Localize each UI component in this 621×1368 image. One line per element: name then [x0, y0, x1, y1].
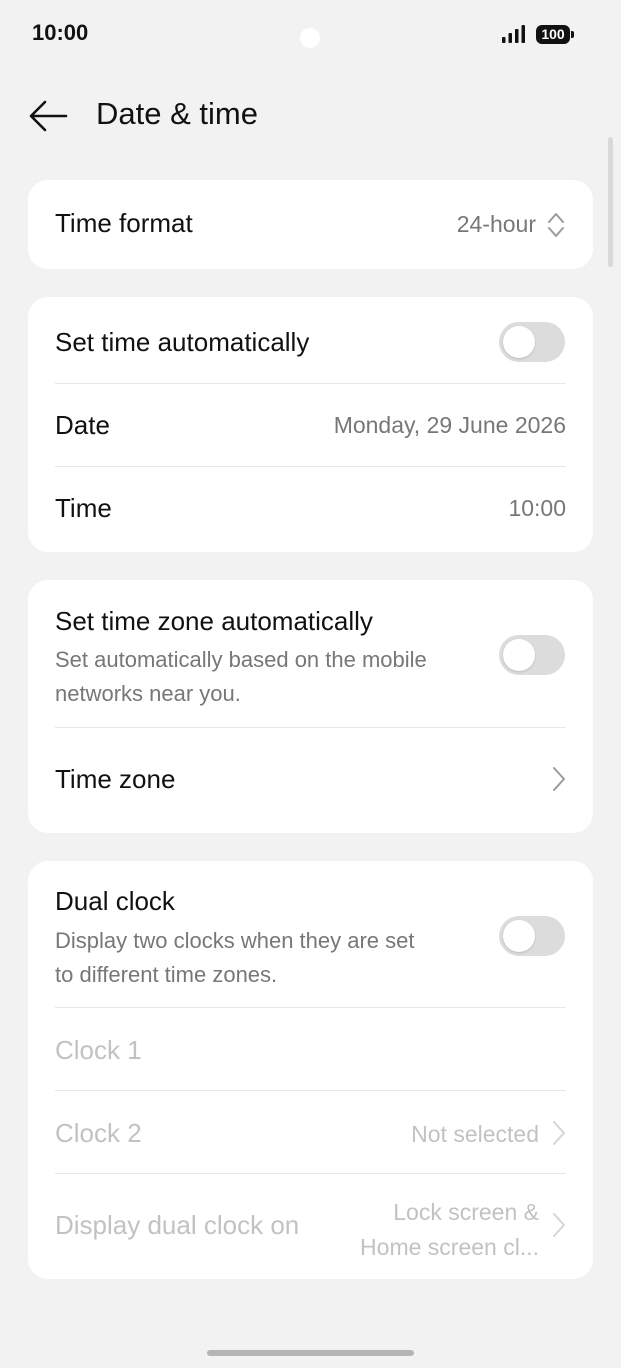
arrow-left-icon[interactable] — [28, 98, 68, 134]
auto-zone-description-line1: Set automatically based on the mobile — [55, 647, 427, 672]
dual-clock-description: Display two clocks when they are set to … — [55, 924, 475, 992]
clock1-row: Clock 1 — [55, 1008, 566, 1090]
auto-zone-row[interactable]: Set time zone automatically Set automati… — [55, 580, 566, 727]
time-format-label: Time format — [55, 208, 193, 238]
date-row[interactable]: Date Monday, 29 June 2026 — [55, 384, 566, 466]
display-dual-clock-label: Display dual clock on — [55, 1210, 300, 1240]
battery-icon: 100 — [536, 25, 574, 44]
chevron-up-down-icon — [548, 213, 564, 237]
clock2-row: Clock 2 Not selected — [55, 1091, 566, 1173]
auto-zone-toggle[interactable] — [499, 635, 565, 675]
chevron-right-icon — [553, 1121, 565, 1145]
chevron-right-icon — [553, 1213, 565, 1237]
dual-clock-description-line2: to different time zones. — [55, 962, 278, 987]
auto-time-toggle[interactable] — [499, 322, 565, 362]
dual-clock-card: Dual clock Display two clocks when they … — [28, 861, 593, 1279]
home-indicator[interactable] — [207, 1350, 414, 1356]
clock2-value: Not selected — [411, 1121, 539, 1147]
time-zone-label: Time zone — [55, 764, 176, 794]
camera-cutout — [300, 28, 320, 48]
date-value: Monday, 29 June 2026 — [333, 412, 566, 438]
display-dual-clock-value: Lock screen & Home screen cl... — [360, 1195, 539, 1265]
time-format-row[interactable]: Time format 24-hour — [55, 180, 566, 269]
dual-clock-toggle[interactable] — [499, 916, 565, 956]
date-label: Date — [55, 410, 110, 440]
display-dual-clock-value-line1: Lock screen & — [393, 1199, 539, 1225]
toggle-knob — [503, 920, 535, 952]
display-dual-clock-value-line2: Home screen cl... — [360, 1234, 539, 1260]
time-zone-row[interactable]: Time zone — [55, 728, 566, 833]
time-zone-card: Set time zone automatically Set automati… — [28, 580, 593, 833]
clock1-label: Clock 1 — [55, 1035, 142, 1065]
time-value: 10:00 — [508, 495, 566, 521]
dual-clock-description-line1: Display two clocks when they are set — [55, 928, 415, 953]
signal-icon — [502, 25, 525, 43]
time-format-card: Time format 24-hour — [28, 180, 593, 269]
toggle-knob — [503, 639, 535, 671]
auto-zone-label: Set time zone automatically — [55, 606, 373, 636]
status-time: 10:00 — [32, 20, 89, 45]
status-bar: 10:00 100 — [0, 0, 621, 70]
time-settings-card: Set time automatically Date Monday, 29 J… — [28, 297, 593, 552]
dual-clock-label: Dual clock — [55, 886, 175, 916]
auto-time-row[interactable]: Set time automatically — [55, 297, 566, 382]
page-title: Date & time — [96, 96, 258, 131]
time-row[interactable]: Time 10:00 — [55, 467, 566, 552]
dual-clock-row[interactable]: Dual clock Display two clocks when they … — [55, 861, 566, 1007]
auto-time-label: Set time automatically — [55, 327, 310, 357]
scrollbar[interactable] — [608, 137, 613, 267]
auto-zone-description: Set automatically based on the mobile ne… — [55, 643, 475, 711]
display-dual-clock-row: Display dual clock on Lock screen & Home… — [55, 1174, 566, 1279]
clock2-label: Clock 2 — [55, 1118, 142, 1148]
time-label: Time — [55, 493, 112, 523]
app-header: Date & time — [0, 80, 621, 150]
toggle-knob — [503, 326, 535, 358]
time-format-value: 24-hour — [456, 211, 536, 237]
chevron-right-icon — [553, 767, 565, 791]
auto-zone-description-line2: networks near you. — [55, 681, 241, 706]
